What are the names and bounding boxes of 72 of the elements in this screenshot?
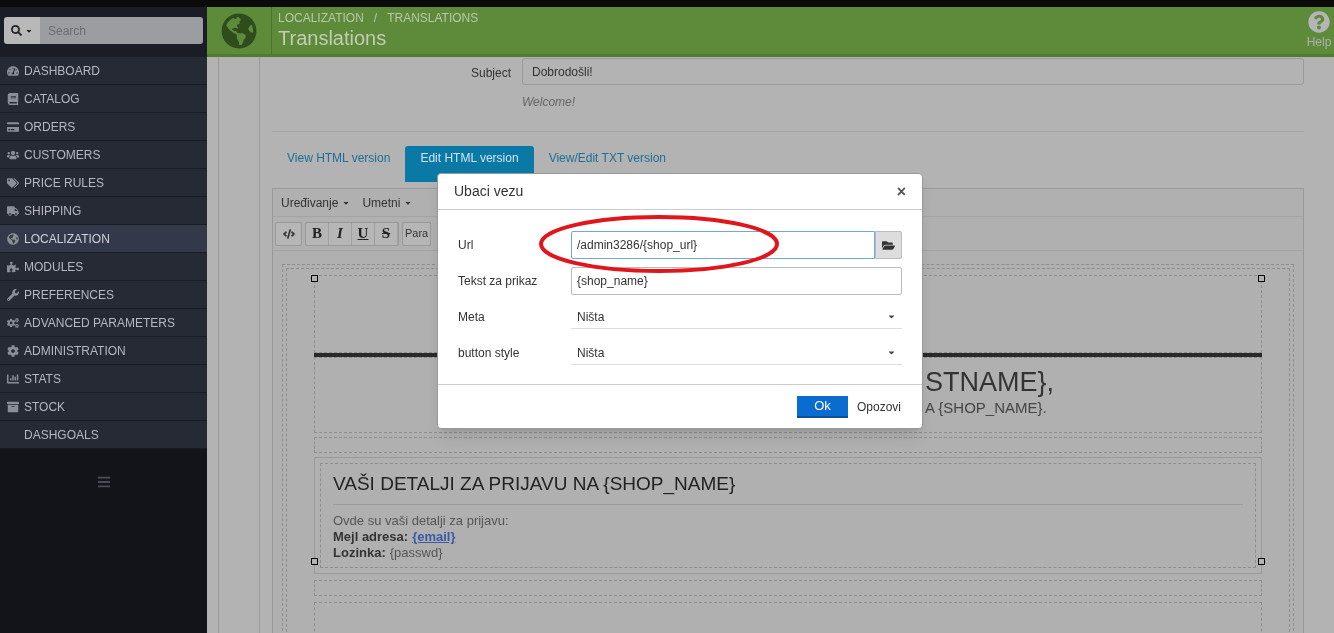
- detail-value: {passwd}: [389, 545, 443, 561]
- globe-icon: [221, 12, 257, 49]
- cancel-button[interactable]: Opozovi: [851, 395, 906, 418]
- close-button[interactable]: ×: [896, 179, 906, 204]
- greeting-subtitle: A {SHOP_NAME}.: [925, 398, 1048, 418]
- ok-button[interactable]: Ok: [796, 395, 848, 418]
- field-hint: Welcome!: [522, 94, 577, 111]
- wrench-icon: [7, 288, 19, 301]
- search-icon: [11, 25, 22, 36]
- format-button[interactable]: B: [306, 222, 329, 245]
- format-button[interactable]: S: [375, 222, 398, 245]
- page-title: Translations: [278, 25, 388, 51]
- sidebar-item[interactable]: DASHGOALS: [0, 421, 207, 449]
- resize-handle[interactable]: [1258, 558, 1265, 565]
- sidebar-item[interactable]: STOCK: [0, 393, 207, 421]
- gears-icon: [7, 316, 19, 329]
- breadcrumb-separator: /: [373, 10, 378, 25]
- select-dropdown[interactable]: Ništa: [571, 305, 902, 329]
- sidebar-item[interactable]: CATALOG: [0, 85, 207, 113]
- bar-chart-icon: [7, 372, 19, 385]
- section-title: VAŠI DETALJI ZA PRIJAVU NA {SHOP_NAME}: [333, 472, 1243, 505]
- folder-icon: [882, 238, 895, 252]
- archive-icon: [7, 400, 19, 413]
- menu-button[interactable]: Umetni: [362, 193, 413, 212]
- text-field[interactable]: {shop_name}: [571, 267, 902, 295]
- field-label: Tekst za prikaz: [458, 273, 539, 290]
- credit-card-icon: [7, 120, 19, 133]
- users-icon: [7, 148, 19, 161]
- sidebar-item[interactable]: ADVANCED PARAMETERS: [0, 309, 207, 337]
- globe-icon: [7, 232, 19, 245]
- resize-handle[interactable]: [311, 558, 318, 565]
- help-icon: [1308, 10, 1330, 33]
- browse-button[interactable]: [875, 231, 902, 259]
- intro-text: Ovde su vaši detalji za prijavu:: [333, 513, 510, 529]
- select-dropdown[interactable]: Ništa: [571, 341, 902, 365]
- search-button[interactable]: [4, 17, 40, 44]
- truck-icon: [7, 204, 19, 217]
- greeting-heading: STNAME},: [925, 366, 1056, 398]
- sidebar-item[interactable]: ORDERS: [0, 113, 207, 141]
- sidebar-item[interactable]: PRICE RULES: [0, 169, 207, 197]
- tags-icon: [7, 176, 19, 189]
- dialog-title: Ubaci vezu: [454, 182, 524, 201]
- subject-field[interactable]: Dobrodošli!: [522, 58, 1304, 85]
- code-icon: [282, 227, 295, 240]
- puzzle-icon: [7, 260, 19, 273]
- field-label: Subject: [469, 65, 512, 82]
- resize-handle[interactable]: [1258, 275, 1265, 282]
- detail-label: Mejl adresa:: [333, 529, 409, 545]
- source-code-button[interactable]: [275, 221, 302, 246]
- caret-icon: [887, 348, 896, 357]
- field-label: button style: [458, 345, 521, 362]
- field-label: Url: [458, 237, 475, 254]
- format-dropdown[interactable]: Para: [402, 221, 432, 246]
- sidebar-item[interactable]: DASHBOARD: [0, 57, 207, 85]
- sidebar-item[interactable]: STATS: [0, 365, 207, 393]
- gear-icon: [7, 344, 19, 357]
- field-label: Meta: [458, 309, 486, 326]
- menu-button[interactable]: Uređivanje: [281, 193, 351, 212]
- sidebar-item[interactable]: MODULES: [0, 253, 207, 281]
- format-button[interactable]: I: [329, 222, 352, 245]
- url-field[interactable]: /admin3286/{shop_url}: [571, 231, 875, 259]
- sidebar-item[interactable]: ADMINISTRATION: [0, 337, 207, 365]
- gauge-icon: [7, 64, 19, 77]
- sidebar-item[interactable]: LOCALIZATION: [0, 225, 207, 253]
- detail-label: Lozinka:: [333, 545, 386, 561]
- format-button[interactable]: U: [352, 222, 375, 245]
- book-icon: [7, 92, 19, 105]
- caret-icon: [887, 312, 896, 321]
- sidebar-item[interactable]: PREFERENCES: [0, 281, 207, 309]
- sidebar-item[interactable]: CUSTOMERS: [0, 141, 207, 169]
- sidebar-item[interactable]: SHIPPING: [0, 197, 207, 225]
- resize-handle[interactable]: [311, 275, 318, 282]
